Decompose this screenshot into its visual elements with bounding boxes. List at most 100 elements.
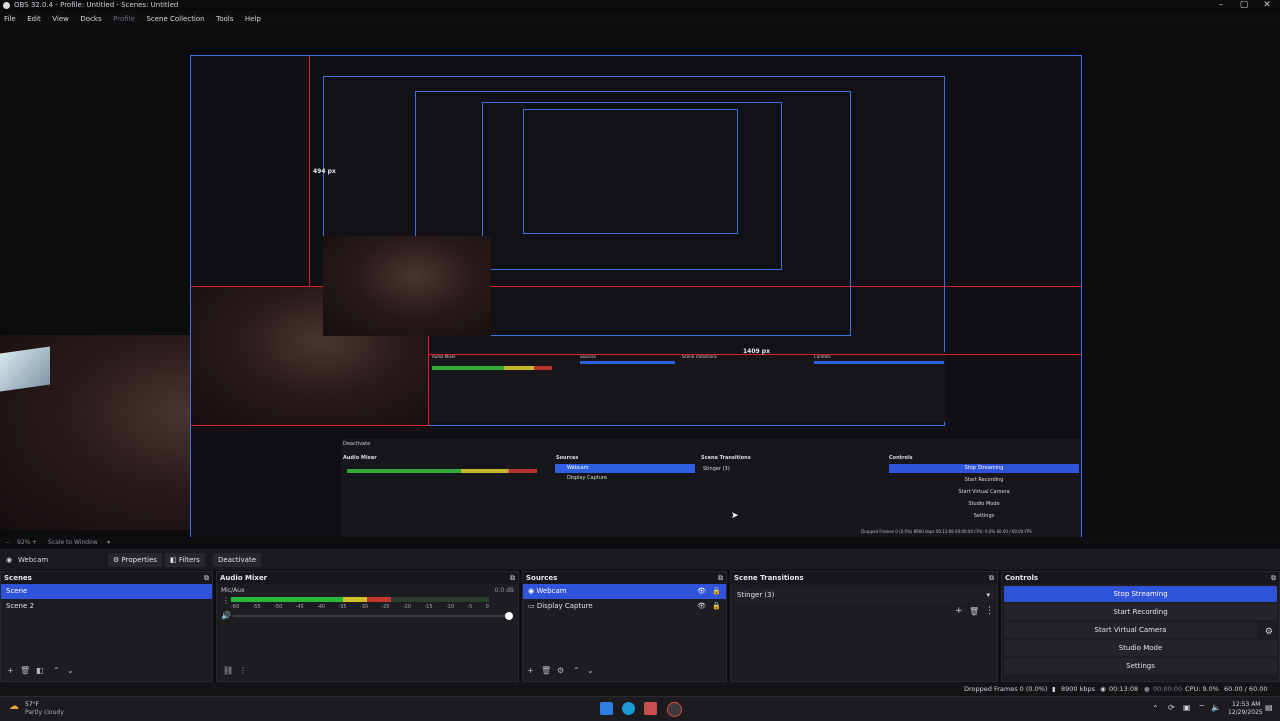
undock-icon[interactable]: ⧉ — [1271, 572, 1276, 584]
transition-select[interactable]: Stinger (3) ▾ — [734, 588, 994, 602]
app-icon[interactable] — [644, 702, 657, 715]
menu-profile[interactable]: Profile — [109, 12, 139, 26]
link-icon[interactable]: ⛓ — [223, 666, 233, 675]
preview-area[interactable]: Audio Mixer Sources Scene Transitions Co… — [0, 25, 1280, 557]
virtual-camera-gear-icon[interactable]: ⚙ — [1265, 624, 1273, 640]
transition-menu-icon[interactable]: ⋮ — [985, 606, 994, 616]
transitions-header: Scene Transitions ⧉ — [731, 572, 997, 584]
preview-canvas[interactable]: Audio Mixer Sources Scene Transitions Co… — [190, 55, 1082, 557]
zoom-out-icon[interactable]: – — [6, 539, 9, 546]
maximize-button[interactable]: ▢ — [1233, 0, 1255, 11]
move-up-icon[interactable]: ⌃ — [573, 666, 580, 675]
undock-icon[interactable]: ⧉ — [989, 572, 994, 584]
properties-button[interactable]: ⚙ Properties — [108, 553, 162, 567]
menu-file[interactable]: File — [0, 12, 20, 26]
stop-streaming-button[interactable]: Stop Streaming — [1004, 586, 1277, 602]
visibility-icon[interactable]: 👁 — [697, 584, 706, 599]
zoom-percent: 92% — [17, 539, 31, 546]
remove-source-icon[interactable]: 🗑 — [541, 666, 551, 675]
add-scene-icon[interactable]: + — [7, 666, 14, 675]
settings-button[interactable]: Settings — [1004, 658, 1277, 674]
tray-chevron-icon[interactable]: ⌃ — [1152, 704, 1159, 713]
lock-icon[interactable]: 🔒 — [712, 584, 721, 599]
volume-slider-handle[interactable] — [505, 612, 513, 620]
menu-view[interactable]: View — [48, 12, 73, 26]
meter-tick-label: 0 — [485, 604, 489, 610]
scene-item[interactable]: Scene 2 — [1, 599, 212, 614]
audio-mixer-title: Audio Mixer — [220, 574, 268, 582]
menu-edit[interactable]: Edit — [23, 12, 45, 26]
clock-time[interactable]: 12:53 AM — [1232, 701, 1260, 708]
windows-start-icon[interactable] — [600, 702, 613, 715]
source-properties-icon[interactable]: ⚙ — [557, 666, 564, 675]
undock-icon[interactable]: ⧉ — [204, 572, 209, 584]
source-item[interactable]: ◉ Webcam 👁 🔒 — [523, 584, 726, 599]
menu-docks[interactable]: Docks — [76, 12, 105, 26]
taskbar: ☁ 57°F Partly cloudy ⌃ ⟳ ▣ ⌔ 🔈 12:53 AM … — [0, 696, 1280, 721]
add-transition-icon[interactable]: + — [955, 606, 963, 616]
undock-icon[interactable]: ⧉ — [510, 572, 515, 584]
gear-icon: ⚙ — [113, 556, 122, 564]
transitions-title: Scene Transitions — [734, 574, 804, 582]
clock-date[interactable]: 12/29/2025 — [1228, 709, 1263, 716]
meter-tick-label: -35 — [338, 604, 347, 610]
volume-slider[interactable] — [233, 615, 511, 617]
scene-item-label: Scene 2 — [6, 602, 35, 610]
audio-mixer-dock: Audio Mixer ⧉ Mic/Aux 0.0 dB ⋮ -60 -55 -50-… — [216, 571, 519, 682]
menu-help[interactable]: Help — [241, 12, 265, 26]
notification-icon[interactable]: ▤ — [1265, 703, 1273, 712]
scene-item[interactable]: Scene — [1, 584, 212, 599]
studio-mode-button[interactable]: Studio Mode — [1004, 640, 1277, 656]
move-down-icon[interactable]: ⌄ — [587, 666, 594, 675]
start-virtual-camera-button[interactable]: Start Virtual Camera — [1004, 622, 1257, 638]
mixer-menu-icon[interactable]: ⋮ — [239, 666, 247, 675]
obs-taskbar-icon[interactable] — [667, 702, 682, 717]
canvas-settings: Settings — [973, 513, 995, 519]
remove-transition-icon[interactable]: 🗑 — [969, 607, 979, 616]
nested-capture-3 — [482, 102, 782, 270]
undock-icon[interactable]: ⧉ — [718, 572, 723, 584]
volume-meter-fill — [231, 597, 391, 602]
menu-tools[interactable]: Tools — [212, 12, 237, 26]
filters-button[interactable]: ◧ Filters — [165, 553, 205, 567]
canvas-deactivate: Deactivate — [343, 441, 371, 447]
sources-title: Sources — [526, 574, 558, 582]
meter-tick-label: -50 — [273, 604, 283, 610]
move-up-icon[interactable]: ⌃ — [53, 666, 60, 675]
meter-tick-label: -30 — [359, 604, 369, 610]
scene-filters-icon[interactable]: ◧ — [36, 666, 44, 675]
zoom-mode-chevron-icon[interactable]: ▾ — [107, 539, 110, 546]
menu-scene-collection[interactable]: Scene Collection — [142, 12, 208, 26]
deactivate-button[interactable]: Deactivate — [213, 553, 262, 567]
zoom-in-icon[interactable]: + — [32, 539, 37, 546]
source-item-label: Display Capture — [536, 602, 593, 610]
meter-tick-label: -25 — [381, 604, 390, 610]
volume-icon[interactable]: 🔈 — [1211, 703, 1221, 712]
visibility-icon[interactable]: 👁 — [697, 599, 706, 614]
lock-icon[interactable]: 🔒 — [712, 599, 721, 614]
tray-app-icon[interactable]: ▣ — [1183, 703, 1191, 712]
cpu-usage: CPU: 9.0% — [1185, 685, 1219, 693]
remove-scene-icon[interactable]: 🗑 — [20, 666, 30, 675]
close-button[interactable]: ✕ — [1256, 0, 1278, 11]
meter-tick-label: -15 — [424, 604, 433, 610]
wifi-icon[interactable]: ⌔ — [1198, 703, 1206, 713]
edge-browser-icon[interactable] — [622, 702, 635, 715]
tray-refresh-icon[interactable]: ⟳ — [1168, 703, 1175, 712]
transition-select-value: Stinger (3) — [737, 591, 775, 599]
add-source-icon[interactable]: + — [527, 666, 534, 675]
channel-menu-icon[interactable]: ⋮ — [222, 596, 230, 605]
nested-meter — [432, 366, 552, 370]
zoom-mode-select[interactable]: Scale to Window — [48, 539, 98, 546]
source-item[interactable]: ▭ Display Capture 👁 🔒 — [523, 599, 726, 614]
canvas-transition: Stinger (3) — [703, 466, 730, 472]
speaker-icon[interactable]: 🔊 — [221, 611, 231, 620]
scenes-dock-header: Scenes ⧉ — [1, 572, 212, 584]
minimize-button[interactable]: – — [1210, 0, 1232, 11]
meter-tick-label: -55 — [252, 604, 261, 610]
move-down-icon[interactable]: ⌄ — [67, 666, 74, 675]
start-recording-button[interactable]: Start Recording — [1004, 604, 1277, 620]
canvas-src1: Webcam — [567, 465, 589, 471]
width-label: 1409 px — [743, 348, 770, 355]
weather-icon[interactable]: ☁ — [9, 701, 19, 712]
